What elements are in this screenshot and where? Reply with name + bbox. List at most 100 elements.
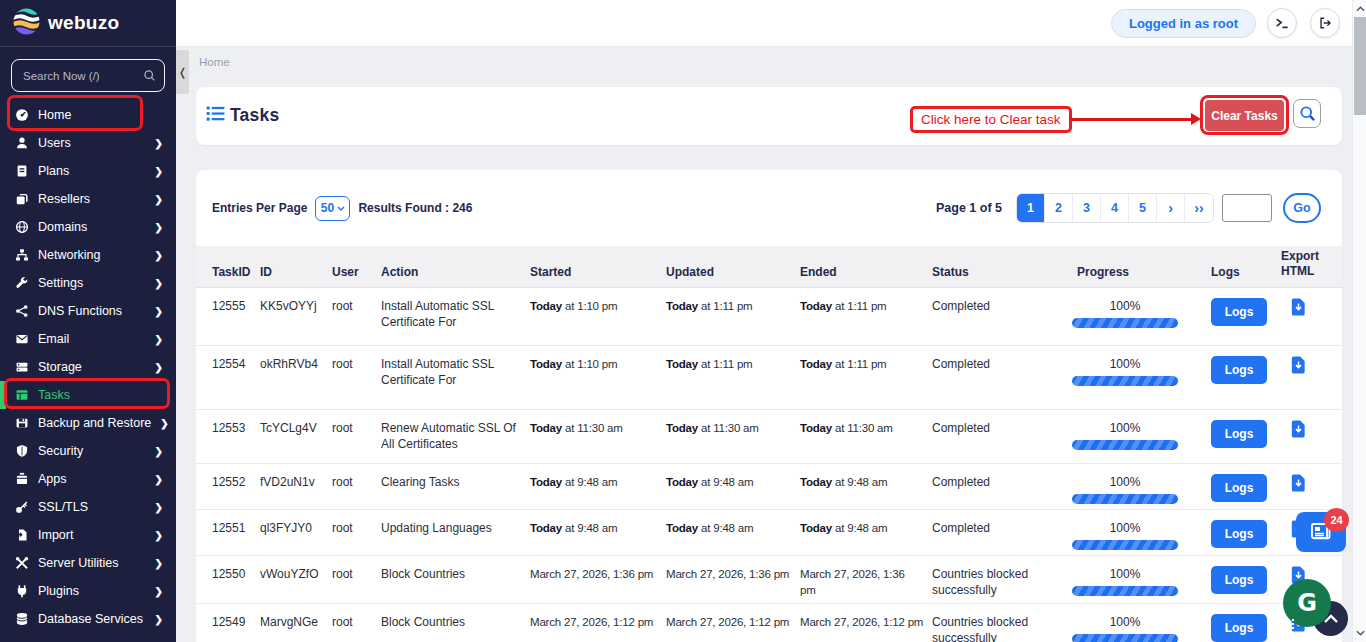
- clear-tasks-button[interactable]: Clear Tasks: [1205, 100, 1284, 131]
- grammarly-drag-handle[interactable]: [1287, 618, 1295, 629]
- sidebar-search-input[interactable]: [11, 59, 165, 92]
- title-card: Tasks Click here to Clear task Clear Tas…: [196, 87, 1342, 145]
- logs-button[interactable]: Logs: [1211, 298, 1267, 326]
- cell-taskid: 12550: [212, 566, 260, 582]
- scrollbar-thumb[interactable]: [1354, 17, 1366, 115]
- sidebar-item-label: Networking: [38, 248, 101, 262]
- table-controls: Entries Per Page 50 Results Found : 246 …: [196, 192, 1342, 224]
- sidebar-item-database-services[interactable]: Database Services❯: [0, 605, 176, 633]
- results-found-label: Results Found : 246: [358, 201, 472, 215]
- table-header-row: TaskIDIDUserActionStartedUpdatedEndedSta…: [196, 246, 1342, 288]
- sidebar-item-server-utilities[interactable]: Server Utilities❯: [0, 549, 176, 577]
- cell-user: root: [332, 566, 381, 582]
- cell-logs: Logs: [1190, 298, 1270, 326]
- logged-in-button[interactable]: Logged in as root: [1111, 9, 1256, 38]
- sidebar-item-security[interactable]: Security❯: [0, 437, 176, 465]
- sidebar-item-networking[interactable]: Networking❯: [0, 241, 176, 269]
- cell: Today at 9:48 am: [800, 520, 932, 536]
- cell-user: root: [332, 298, 381, 314]
- sidebar-item-settings[interactable]: Settings❯: [0, 269, 176, 297]
- table-row: 12552fVD2uN1vrootClearing TasksToday at …: [196, 464, 1342, 510]
- export-html-icon[interactable]: [1291, 305, 1306, 319]
- table-search-button[interactable]: [1293, 99, 1321, 128]
- sidebar-item-label: Settings: [38, 276, 83, 290]
- terminal-button[interactable]: [1267, 8, 1297, 38]
- pagination-page-1[interactable]: 1: [1017, 194, 1045, 222]
- cell-action: Block Countries: [381, 614, 530, 630]
- scrollbar-up-arrow[interactable]: [1353, 1, 1366, 16]
- cell: Today at 9:48 am: [666, 520, 800, 536]
- sidebar-item-plans[interactable]: Plans❯: [0, 157, 176, 185]
- export-html-icon[interactable]: [1291, 427, 1306, 441]
- logout-button[interactable]: [1310, 8, 1340, 38]
- progress-bar: [1072, 318, 1178, 328]
- sidebar-item-apps[interactable]: Apps❯: [0, 465, 176, 493]
- cell-status: Completed: [932, 298, 1072, 314]
- ssl-icon: [14, 500, 29, 515]
- logs-button[interactable]: Logs: [1211, 520, 1267, 548]
- cell-export: [1270, 420, 1326, 442]
- pagination-page-5[interactable]: 5: [1129, 194, 1157, 222]
- cell: March 27, 2026, 1:36 pm: [666, 566, 800, 582]
- page-title: Tasks: [230, 105, 279, 126]
- scrollbar-down-arrow[interactable]: [1353, 625, 1366, 640]
- column-header-user: User: [332, 265, 381, 279]
- database-icon: [14, 612, 29, 627]
- cell: March 27, 2026, 1:12 pm: [530, 614, 666, 630]
- export-html-icon[interactable]: [1291, 363, 1306, 377]
- cell-progress: 100%: [1072, 298, 1190, 328]
- sidebar-item-resellers[interactable]: Resellers❯: [0, 185, 176, 213]
- pagination-page-4[interactable]: 4: [1101, 194, 1129, 222]
- sidebar-item-dns-functions[interactable]: DNS Functions❯: [0, 297, 176, 325]
- server-utilities-icon: [14, 556, 29, 571]
- entries-per-page-select[interactable]: 50: [315, 196, 350, 221]
- vertical-scrollbar[interactable]: [1352, 0, 1366, 642]
- cell-logs: Logs: [1190, 420, 1270, 448]
- pagination-last[interactable]: ››: [1185, 194, 1213, 222]
- pagination-page-2[interactable]: 2: [1045, 194, 1073, 222]
- sidebar-item-label: Plans: [38, 164, 69, 178]
- apps-icon: [14, 472, 29, 487]
- sidebar-item-import[interactable]: Import❯: [0, 521, 176, 549]
- cell-logs: Logs: [1190, 566, 1270, 594]
- sidebar-item-label: Backup and Restore: [38, 416, 151, 430]
- sidebar-item-backup-and-restore[interactable]: Backup and Restore❯: [0, 409, 176, 437]
- export-html-icon[interactable]: [1291, 481, 1306, 495]
- breadcrumb[interactable]: Home: [199, 56, 230, 68]
- chevron-down-icon: [337, 206, 345, 211]
- cell-id: KK5vOYYj: [260, 298, 332, 314]
- cell-export: [1270, 356, 1326, 378]
- sidebar-collapse-toggle[interactable]: ❬: [176, 50, 189, 94]
- logs-button[interactable]: Logs: [1211, 474, 1267, 502]
- sidebar-item-home[interactable]: Home: [0, 101, 176, 129]
- column-header-logs: Logs: [1190, 265, 1270, 279]
- brand-logo[interactable]: webuzo: [0, 0, 176, 47]
- logs-button[interactable]: Logs: [1211, 420, 1267, 448]
- sidebar-item-email[interactable]: Email❯: [0, 325, 176, 353]
- sidebar-item-ssl-tls[interactable]: SSL/TLS❯: [0, 493, 176, 521]
- pagination-page-3[interactable]: 3: [1073, 194, 1101, 222]
- table-row: 12554okRhRVb4rootInstall Automatic SSL C…: [196, 346, 1342, 410]
- logs-button[interactable]: Logs: [1211, 356, 1267, 384]
- cell-status: Countries blocked successfully: [932, 614, 1072, 642]
- cell-logs: Logs: [1190, 520, 1270, 548]
- column-header-action: Action: [381, 265, 530, 279]
- go-button[interactable]: Go: [1283, 193, 1321, 223]
- sidebar-item-domains[interactable]: Domains❯: [0, 213, 176, 241]
- chevron-right-icon: ❯: [155, 138, 163, 149]
- sidebar-item-plugins[interactable]: Plugins❯: [0, 577, 176, 605]
- cell: March 27, 2026, 1:36 pm: [530, 566, 666, 582]
- sidebar-item-storage[interactable]: Storage❯: [0, 353, 176, 381]
- logs-button[interactable]: Logs: [1211, 566, 1267, 594]
- pagination-next[interactable]: ›: [1157, 194, 1185, 222]
- chevron-right-icon: ❯: [155, 362, 163, 373]
- page-number-input[interactable]: [1222, 194, 1272, 222]
- sidebar-item-users[interactable]: Users❯: [0, 129, 176, 157]
- cell-export: [1270, 474, 1326, 496]
- cell-progress: 100%: [1072, 356, 1190, 386]
- logs-button[interactable]: Logs: [1211, 614, 1267, 642]
- cell-user: root: [332, 614, 381, 630]
- cell-id: fVD2uN1v: [260, 474, 332, 490]
- sidebar-item-tasks[interactable]: Tasks: [0, 381, 176, 409]
- home-icon: [14, 108, 29, 123]
